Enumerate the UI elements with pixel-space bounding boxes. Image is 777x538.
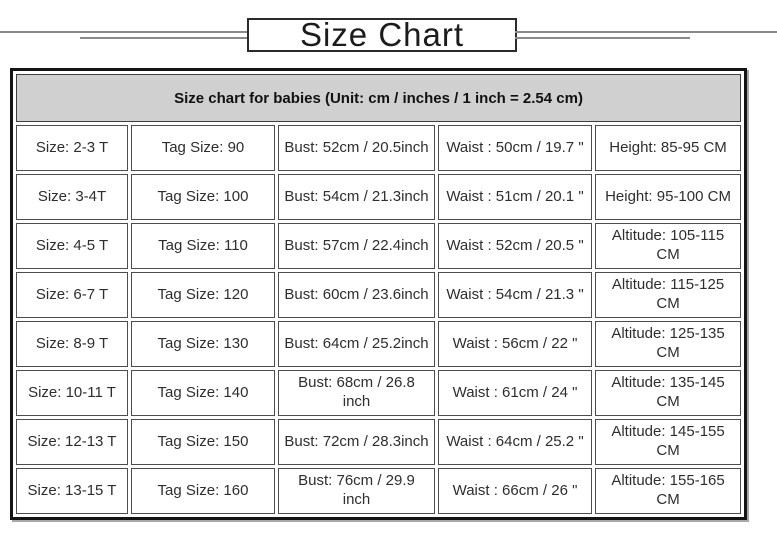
page: Size Chart Size chart for babies (Unit: … bbox=[0, 0, 777, 538]
size-cell: Size: 4-5 T bbox=[16, 223, 128, 269]
waist-cell: Waist : 52cm / 20.5 " bbox=[438, 223, 592, 269]
left-inner-line bbox=[80, 37, 249, 39]
table-row: Size: 8-9 T Tag Size: 130 Bust: 64cm / 2… bbox=[16, 321, 741, 367]
table-row: Size: 13-15 T Tag Size: 160 Bust: 76cm /… bbox=[16, 468, 741, 514]
table-row: Size: 6-7 T Tag Size: 120 Bust: 60cm / 2… bbox=[16, 272, 741, 318]
tag-size-cell: Tag Size: 90 bbox=[131, 125, 275, 171]
height-cell: Altitude: 155-165 CM bbox=[595, 468, 741, 514]
size-cell: Size: 13-15 T bbox=[16, 468, 128, 514]
table-row: Size: 2-3 T Tag Size: 90 Bust: 52cm / 20… bbox=[16, 125, 741, 171]
bust-cell: Bust: 68cm / 26.8 inch bbox=[278, 370, 435, 416]
tag-size-cell: Tag Size: 150 bbox=[131, 419, 275, 465]
tag-size-cell: Tag Size: 110 bbox=[131, 223, 275, 269]
tag-size-cell: Tag Size: 160 bbox=[131, 468, 275, 514]
bust-cell: Bust: 52cm / 20.5inch bbox=[278, 125, 435, 171]
size-cell: Size: 8-9 T bbox=[16, 321, 128, 367]
tag-size-cell: Tag Size: 100 bbox=[131, 174, 275, 220]
height-cell: Altitude: 105-115 CM bbox=[595, 223, 741, 269]
table-header-row: Size chart for babies (Unit: cm / inches… bbox=[16, 74, 741, 122]
waist-cell: Waist : 64cm / 25.2 " bbox=[438, 419, 592, 465]
right-outer-line bbox=[515, 31, 777, 33]
waist-cell: Waist : 54cm / 21.3 " bbox=[438, 272, 592, 318]
bust-cell: Bust: 64cm / 25.2inch bbox=[278, 321, 435, 367]
size-cell: Size: 10-11 T bbox=[16, 370, 128, 416]
table-row: Size: 4-5 T Tag Size: 110 Bust: 57cm / 2… bbox=[16, 223, 741, 269]
height-cell: Altitude: 135-145 CM bbox=[595, 370, 741, 416]
height-cell: Altitude: 145-155 CM bbox=[595, 419, 741, 465]
right-inner-line bbox=[515, 37, 690, 39]
table-header: Size chart for babies (Unit: cm / inches… bbox=[16, 74, 741, 122]
left-decorative-lines bbox=[0, 0, 249, 62]
right-decorative-lines bbox=[515, 0, 777, 62]
size-chart-table: Size chart for babies (Unit: cm / inches… bbox=[13, 71, 744, 517]
table-row: Size: 3-4T Tag Size: 100 Bust: 54cm / 21… bbox=[16, 174, 741, 220]
table-row: Size: 10-11 T Tag Size: 140 Bust: 68cm /… bbox=[16, 370, 741, 416]
table-row: Size: 12-13 T Tag Size: 150 Bust: 72cm /… bbox=[16, 419, 741, 465]
bust-cell: Bust: 72cm / 28.3inch bbox=[278, 419, 435, 465]
size-cell: Size: 12-13 T bbox=[16, 419, 128, 465]
height-cell: Height: 85-95 CM bbox=[595, 125, 741, 171]
size-cell: Size: 2-3 T bbox=[16, 125, 128, 171]
height-cell: Altitude: 125-135 CM bbox=[595, 321, 741, 367]
height-cell: Height: 95-100 CM bbox=[595, 174, 741, 220]
size-cell: Size: 6-7 T bbox=[16, 272, 128, 318]
waist-cell: Waist : 50cm / 19.7 " bbox=[438, 125, 592, 171]
waist-cell: Waist : 61cm / 24 " bbox=[438, 370, 592, 416]
waist-cell: Waist : 66cm / 26 " bbox=[438, 468, 592, 514]
bust-cell: Bust: 60cm / 23.6inch bbox=[278, 272, 435, 318]
title-banner: Size Chart bbox=[0, 0, 777, 62]
waist-cell: Waist : 51cm / 20.1 " bbox=[438, 174, 592, 220]
tag-size-cell: Tag Size: 120 bbox=[131, 272, 275, 318]
size-chart-table-container: Size chart for babies (Unit: cm / inches… bbox=[10, 68, 747, 520]
waist-cell: Waist : 56cm / 22 " bbox=[438, 321, 592, 367]
bust-cell: Bust: 54cm / 21.3inch bbox=[278, 174, 435, 220]
page-title: Size Chart bbox=[300, 16, 464, 53]
tag-size-cell: Tag Size: 130 bbox=[131, 321, 275, 367]
bust-cell: Bust: 76cm / 29.9 inch bbox=[278, 468, 435, 514]
size-cell: Size: 3-4T bbox=[16, 174, 128, 220]
bust-cell: Bust: 57cm / 22.4inch bbox=[278, 223, 435, 269]
tag-size-cell: Tag Size: 140 bbox=[131, 370, 275, 416]
size-chart-title-box: Size Chart bbox=[247, 18, 517, 52]
left-outer-line bbox=[0, 31, 249, 33]
height-cell: Altitude: 115-125 CM bbox=[595, 272, 741, 318]
